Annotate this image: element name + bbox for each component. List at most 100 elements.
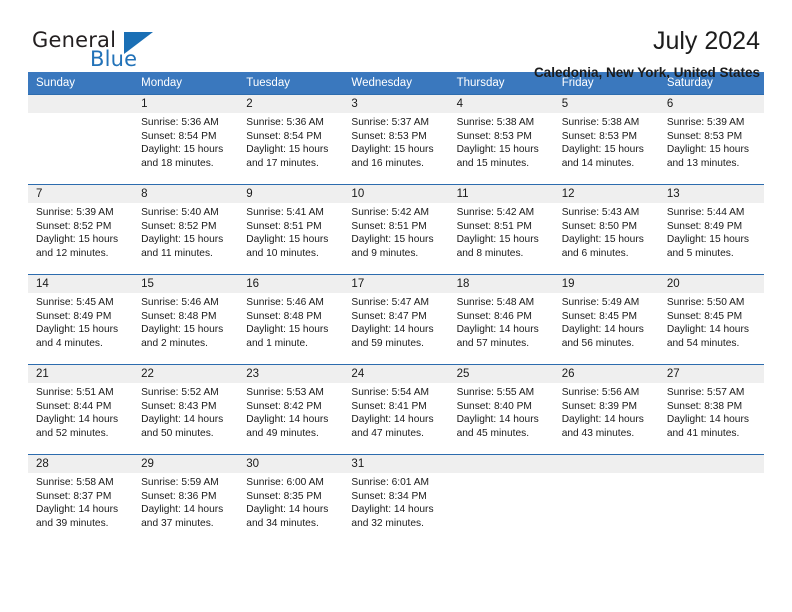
calendar-day-cell[interactable]: 17 Sunrise: 5:47 AM Sunset: 8:47 PM Dayligh… <box>343 274 449 365</box>
calendar-day-cell-empty <box>28 94 134 185</box>
calendar-day-cell[interactable]: 9 Sunrise: 5:41 AM Sunset: 8:51 PM Daylight… <box>238 184 344 275</box>
sunset-text: Sunset: 8:48 PM <box>246 310 322 322</box>
day-number: 28 <box>28 455 134 473</box>
day-number: 18 <box>448 275 554 293</box>
daylight-text-line2: and 6 minutes. <box>561 247 629 259</box>
daylight-text-line2: and 11 minutes. <box>141 247 213 259</box>
day-number: 15 <box>133 275 239 293</box>
calendar-day-cell[interactable]: 7 Sunrise: 5:39 AM Sunset: 8:52 PM Daylight… <box>28 184 134 275</box>
calendar-day-cell[interactable]: 30 Sunrise: 6:00 AM Sunset: 8:35 PM Dayligh… <box>238 454 344 544</box>
day-details: Sunrise: 5:45 AM Sunset: 8:49 PM Daylight:… <box>28 293 133 350</box>
calendar-day-cell[interactable]: 31 Sunrise: 6:01 AM Sunset: 8:34 PM Dayligh… <box>343 454 449 544</box>
sunset-text: Sunset: 8:46 PM <box>456 310 532 322</box>
sunset-text: Sunset: 8:45 PM <box>561 310 638 322</box>
sunrise-text: Sunrise: 5:48 AM <box>456 297 535 308</box>
calendar-table: Sunday Monday Tuesday Wednesday Thursday Frid… <box>28 72 764 544</box>
day-number: 19 <box>553 275 659 293</box>
daylight-text-line1: Daylight: 14 hours <box>246 504 329 516</box>
day-number: 20 <box>658 275 764 293</box>
day-details: Sunrise: 5:58 AM Sunset: 8:37 PM Daylight:… <box>28 473 133 530</box>
sunset-text: Sunset: 8:41 PM <box>351 400 427 412</box>
calendar-day-cell[interactable]: 28 Sunrise: 5:58 AM Sunset: 8:37 PM Dayligh… <box>28 454 134 544</box>
daylight-text-line1: Daylight: 15 hours <box>36 324 119 336</box>
sunset-text: Sunset: 8:53 PM <box>351 130 427 142</box>
sunset-text: Sunset: 8:54 PM <box>141 130 217 142</box>
logo-text-blue: Blue <box>90 47 138 71</box>
calendar-day-cell[interactable]: 15 Sunrise: 5:46 AM Sunset: 8:48 PM Dayligh… <box>133 274 239 365</box>
calendar-day-cell[interactable]: 27 Sunrise: 5:57 AM Sunset: 8:38 PM Dayligh… <box>658 364 764 455</box>
daylight-text-line2: and 41 minutes. <box>666 427 740 439</box>
day-number: 30 <box>238 455 344 473</box>
daylight-text-line1: Daylight: 15 hours <box>666 144 749 156</box>
calendar-day-cell[interactable]: 1 Sunrise: 5:36 AM Sunset: 8:54 PM Daylight… <box>133 94 239 185</box>
sunrise-text: Sunrise: 5:39 AM <box>666 117 745 128</box>
calendar-day-cell[interactable]: 5 Sunrise: 5:38 AM Sunset: 8:53 PM Daylight… <box>553 94 659 185</box>
calendar-day-cell[interactable]: 8 Sunrise: 5:40 AM Sunset: 8:52 PM Daylight… <box>133 184 239 275</box>
weekday-header-sunday: Sunday <box>28 72 134 95</box>
daylight-text-line1: Daylight: 14 hours <box>351 414 434 426</box>
daylight-text-line1: Daylight: 14 hours <box>666 324 749 336</box>
calendar-week-row: 21 Sunrise: 5:51 AM Sunset: 8:44 PM Dayligh… <box>28 364 764 455</box>
sunset-text: Sunset: 8:47 PM <box>351 310 427 322</box>
sunrise-text: Sunrise: 5:58 AM <box>36 477 114 488</box>
day-details: Sunrise: 5:47 AM Sunset: 8:47 PM Daylight:… <box>343 293 448 350</box>
daylight-text-line2: and 49 minutes. <box>246 427 319 439</box>
day-details: Sunrise: 5:36 AM Sunset: 8:54 PM Daylight:… <box>238 113 343 170</box>
daylight-text-line1: Daylight: 15 hours <box>246 234 329 246</box>
calendar-day-cell[interactable]: 25 Sunrise: 5:55 AM Sunset: 8:40 PM Dayligh… <box>448 364 554 455</box>
daylight-text-line1: Daylight: 15 hours <box>351 144 434 156</box>
calendar-day-cell[interactable]: 13 Sunrise: 5:44 AM Sunset: 8:49 PM Dayligh… <box>658 184 764 275</box>
calendar-day-cell[interactable]: 16 Sunrise: 5:46 AM Sunset: 8:48 PM Dayligh… <box>238 274 344 365</box>
sunset-text: Sunset: 8:51 PM <box>246 220 322 232</box>
sunrise-text: Sunrise: 5:44 AM <box>666 207 745 218</box>
daylight-text-line1: Daylight: 14 hours <box>351 504 434 516</box>
sunrise-text: Sunrise: 5:46 AM <box>246 297 324 308</box>
day-details: Sunrise: 5:43 AM Sunset: 8:50 PM Daylight:… <box>554 203 659 260</box>
sunrise-text: Sunrise: 5:40 AM <box>141 207 219 218</box>
calendar-day-cell[interactable]: 19 Sunrise: 5:49 AM Sunset: 8:45 PM Dayligh… <box>553 274 659 365</box>
daylight-text-line1: Daylight: 15 hours <box>246 144 329 156</box>
calendar-day-cell[interactable]: 23 Sunrise: 5:53 AM Sunset: 8:42 PM Dayligh… <box>238 364 344 455</box>
daylight-text-line2: and 45 minutes. <box>456 427 530 439</box>
calendar-day-cell[interactable]: 12 Sunrise: 5:43 AM Sunset: 8:50 PM Dayligh… <box>553 184 659 275</box>
daylight-text-line1: Daylight: 15 hours <box>666 234 749 246</box>
sunrise-text: Sunrise: 5:42 AM <box>351 207 430 218</box>
day-number: 6 <box>658 95 764 113</box>
sunrise-text: Sunrise: 5:51 AM <box>36 387 114 398</box>
day-number: 11 <box>448 185 554 203</box>
day-details: Sunrise: 5:51 AM Sunset: 8:44 PM Daylight:… <box>28 383 133 440</box>
day-details: Sunrise: 5:36 AM Sunset: 8:54 PM Daylight:… <box>133 113 238 170</box>
day-number: 7 <box>28 185 134 203</box>
calendar-day-cell[interactable]: 18 Sunrise: 5:48 AM Sunset: 8:46 PM Dayligh… <box>448 274 554 365</box>
day-details: Sunrise: 5:56 AM Sunset: 8:39 PM Daylight:… <box>554 383 659 440</box>
daylight-text-line2: and 52 minutes. <box>36 427 109 439</box>
calendar-day-cell[interactable]: 3 Sunrise: 5:37 AM Sunset: 8:53 PM Daylight… <box>343 94 449 185</box>
calendar-day-cell[interactable]: 20 Sunrise: 5:50 AM Sunset: 8:45 PM Dayligh… <box>658 274 764 365</box>
calendar-day-cell[interactable]: 26 Sunrise: 5:56 AM Sunset: 8:39 PM Dayligh… <box>553 364 659 455</box>
sunrise-text: Sunrise: 5:45 AM <box>36 297 114 308</box>
day-details: Sunrise: 5:57 AM Sunset: 8:38 PM Daylight:… <box>659 383 764 440</box>
day-details: Sunrise: 6:01 AM Sunset: 8:34 PM Daylight:… <box>343 473 448 530</box>
day-details: Sunrise: 5:54 AM Sunset: 8:41 PM Daylight:… <box>343 383 448 440</box>
calendar-day-cell[interactable]: 10 Sunrise: 5:42 AM Sunset: 8:51 PM Dayligh… <box>343 184 449 275</box>
weekday-header-wednesday: Wednesday <box>343 72 449 95</box>
calendar-day-cell[interactable]: 11 Sunrise: 5:42 AM Sunset: 8:51 PM Dayligh… <box>448 184 554 275</box>
calendar-day-cell[interactable]: 22 Sunrise: 5:52 AM Sunset: 8:43 PM Dayligh… <box>133 364 239 455</box>
calendar-day-cell[interactable]: 21 Sunrise: 5:51 AM Sunset: 8:44 PM Dayligh… <box>28 364 134 455</box>
calendar-day-cell[interactable]: 29 Sunrise: 5:59 AM Sunset: 8:36 PM Dayligh… <box>133 454 239 544</box>
calendar-day-cell[interactable]: 14 Sunrise: 5:45 AM Sunset: 8:49 PM Dayligh… <box>28 274 134 365</box>
calendar-day-cell[interactable]: 2 Sunrise: 5:36 AM Sunset: 8:54 PM Daylight… <box>238 94 344 185</box>
calendar-day-cell[interactable]: 4 Sunrise: 5:38 AM Sunset: 8:53 PM Daylight… <box>448 94 554 185</box>
day-number: 5 <box>553 95 659 113</box>
daylight-text-line1: Daylight: 14 hours <box>36 504 119 516</box>
calendar-day-cell-empty <box>658 454 764 544</box>
calendar-day-cell[interactable]: 6 Sunrise: 5:39 AM Sunset: 8:53 PM Daylight… <box>658 94 764 185</box>
calendar-day-cell[interactable]: 24 Sunrise: 5:54 AM Sunset: 8:41 PM Dayligh… <box>343 364 449 455</box>
daylight-text-line2: and 43 minutes. <box>561 427 635 439</box>
daylight-text-line2: and 8 minutes. <box>456 247 524 259</box>
weekday-header-tuesday: Tuesday <box>238 72 344 95</box>
daylight-text-line2: and 56 minutes. <box>561 337 635 349</box>
day-number: 23 <box>238 365 344 383</box>
calendar-page: General Blue July 2024 Caledonia, New Yo… <box>0 0 792 612</box>
daylight-text-line1: Daylight: 14 hours <box>351 324 434 336</box>
